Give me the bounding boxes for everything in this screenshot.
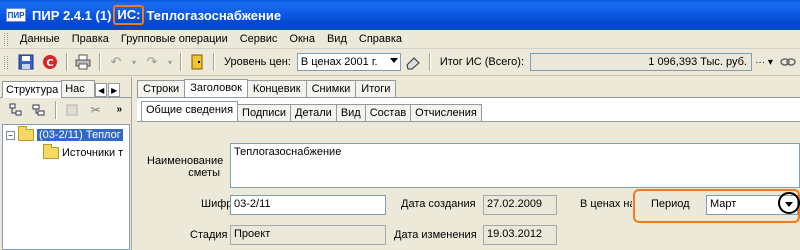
tree-item-label: Источники т [62,147,124,159]
tree-item[interactable]: Источники т [43,144,124,161]
chevron-down-icon [389,58,398,63]
menu-bar: Данные Правка Групповые операции Сервис … [0,30,800,49]
doc-name: Теплогазоснабжение [146,7,282,23]
stage-field: Проект [230,225,386,245]
code-label: Шифр [201,198,233,210]
toolbar-separator [428,53,430,71]
top-tabs: Строки Заголовок Концевик Снимки Итоги [137,79,397,98]
app-icon: ПИР [6,8,26,22]
recalculate-icon[interactable]: C [40,52,60,72]
print-icon[interactable] [73,52,93,72]
toolbar: C ↶ ▾ ↷ ▾ Уровень цен: В ценах 2001 г. И… [0,49,800,76]
name-label-line2: сметы [188,167,220,179]
title-bar: ПИР ПИР 2.4.1 (1) ИС: Теплогазоснабжение [0,0,800,30]
menu-group-ops[interactable]: Групповые операции [115,33,234,45]
tree-item-label: (03-2/11) Теплог [37,129,123,141]
toolbar-separator [66,53,67,71]
code-field[interactable]: 03-2/11 [230,195,386,215]
sub-tabs: Общие сведения Подписи Детали Вид Состав… [141,101,482,122]
svg-text:C: C [46,58,53,69]
period-highlight [633,189,800,223]
type-highlight: ИС: [113,5,145,25]
left-tabs: Структура Нас ◀ ▶ [0,77,131,98]
redo-dropdown-icon[interactable]: ▾ [166,52,174,72]
save-icon[interactable] [16,52,36,72]
tab-scroll-left-icon[interactable]: ◀ [95,83,108,97]
menu-view[interactable]: Вид [321,33,353,45]
more-dots-icon[interactable]: ··· ▾ [754,52,774,72]
menu-service[interactable]: Сервис [234,33,284,45]
estimate-name-field[interactable]: Теплогазоснабжение [230,143,800,188]
changed-date-field: 19.03.2012 [483,225,557,245]
exit-door-icon[interactable] [187,52,207,72]
doc-index: (1) [95,7,112,23]
stage-label: Стадия [190,229,228,241]
tree-add-icon[interactable] [30,100,50,120]
toolbar-grip[interactable] [4,55,8,69]
name-label-line1: Наименование [147,155,224,167]
tree-view-icon[interactable] [6,100,26,120]
tab-structure[interactable]: Структура [2,81,63,98]
left-toolbar: ✂ » [0,97,131,121]
eraser-icon[interactable] [403,52,423,72]
redo-icon[interactable]: ↷ [142,52,162,72]
folder-icon [43,144,59,159]
total-value-field: 1 096,393 Тыс. руб. [530,53,752,71]
tab-signatures[interactable]: Подписи [237,104,291,121]
tab-header[interactable]: Заголовок [184,79,248,98]
tab-snapshots[interactable]: Снимки [305,80,357,97]
tab-footer[interactable]: Концевик [246,80,307,97]
link-icon[interactable] [778,52,798,72]
changed-date-label: Дата изменения [394,229,477,241]
tab-totals[interactable]: Итоги [355,80,397,97]
menu-windows[interactable]: Окна [283,33,321,45]
structure-tree: − (03-2/11) Теплог Источники т [2,124,130,250]
price-level-value: В ценах 2001 г. [300,56,378,68]
toolbar-separator [213,53,214,71]
tab-view[interactable]: Вид [335,104,366,121]
created-date-label: Дата создания [401,198,476,210]
toolbar-separator [99,53,100,71]
toolbar-separator [55,100,57,119]
in-prices-label: В ценах на [580,198,632,210]
menu-grip[interactable] [4,32,8,46]
menu-help[interactable]: Справка [353,33,408,45]
app-name: ПИР 2.4.1 [32,7,92,23]
toolbar-separator [180,53,181,71]
tab-settings[interactable]: Нас [61,80,96,97]
created-date-field: 27.02.2009 [483,195,557,215]
tab-deductions[interactable]: Отчисления [410,104,482,121]
tab-details[interactable]: Детали [290,104,337,121]
undo-dropdown-icon[interactable]: ▾ [130,52,138,72]
period-dropdown-highlight [778,192,800,214]
undo-icon[interactable]: ↶ [106,52,126,72]
total-label: Итог ИС (Всего): [439,56,524,68]
tab-rows[interactable]: Строки [137,80,186,97]
name-label: Наименование сметы [147,155,223,179]
menu-data[interactable]: Данные [14,33,66,45]
menu-edit[interactable]: Правка [66,33,115,45]
more-chevron-icon[interactable]: » [109,100,129,120]
price-level-select[interactable]: В ценах 2001 г. [296,53,401,71]
tree-disabled-icon[interactable] [62,100,82,120]
window-title: ПИР 2.4.1 (1) ИС: Теплогазоснабжение [32,5,281,25]
tree-item[interactable]: − (03-2/11) Теплог [6,126,123,143]
collapse-icon[interactable]: − [6,130,15,140]
folder-open-icon [18,126,34,141]
tab-composition[interactable]: Состав [364,104,412,121]
scissors-icon[interactable]: ✂ [86,100,106,120]
price-level-label: Уровень цен: [224,56,291,68]
tab-general-info[interactable]: Общие сведения [141,101,239,122]
left-panel: Структура Нас ◀ ▶ ✂ » − (03-2/11) Теплог… [0,77,132,250]
tab-scroll-right-icon[interactable]: ▶ [108,83,121,97]
